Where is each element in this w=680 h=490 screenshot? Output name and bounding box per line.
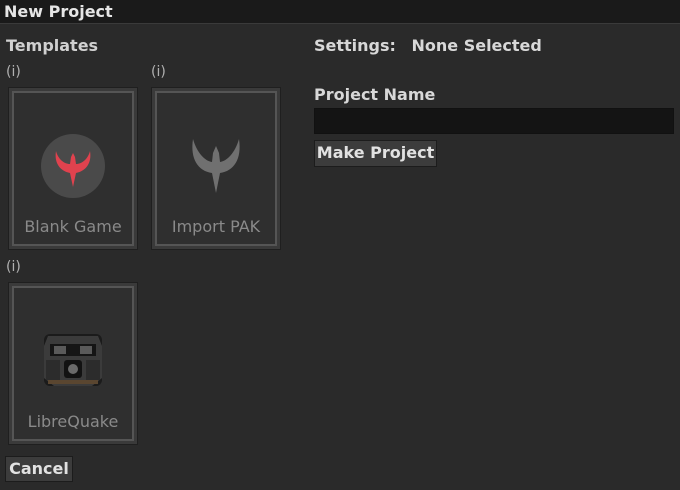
gray-quake-logo-icon	[192, 139, 240, 193]
template-label: LibreQuake	[27, 412, 119, 431]
template-label: Blank Game	[24, 217, 122, 236]
librequake-helmet-icon	[44, 334, 102, 386]
project-name-label: Project Name	[314, 85, 436, 104]
template-tile-import-pak[interactable]: Import PAK	[151, 87, 281, 250]
title-bar: New Project	[0, 0, 680, 24]
info-marker-librequake[interactable]: (i)	[6, 259, 21, 275]
settings-row: Settings: None Selected	[314, 36, 552, 55]
window-title: New Project	[4, 2, 113, 21]
settings-label: Settings:	[314, 36, 396, 55]
template-tile-librequake[interactable]: LibreQuake	[8, 282, 138, 445]
cancel-button[interactable]: Cancel	[5, 456, 73, 482]
project-name-input[interactable]	[314, 108, 674, 134]
info-marker-import-pak[interactable]: (i)	[151, 64, 166, 80]
settings-value: None Selected	[411, 36, 542, 55]
template-label: Import PAK	[171, 217, 261, 236]
template-tile-blank-game[interactable]: Blank Game	[8, 87, 138, 250]
make-project-button[interactable]: Make Project	[314, 140, 437, 167]
red-quake-logo-icon	[41, 134, 105, 198]
templates-heading: Templates	[6, 36, 99, 55]
info-marker-blank-game[interactable]: (i)	[6, 64, 21, 80]
